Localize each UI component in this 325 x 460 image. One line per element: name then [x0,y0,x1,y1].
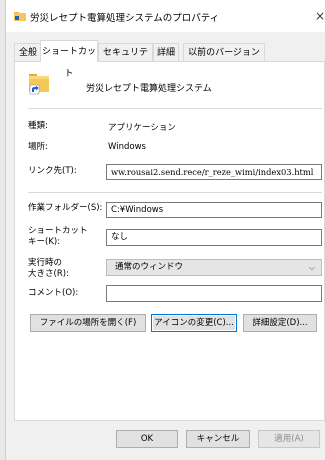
run-size-select[interactable]: 通常のウィンドウ ⌵ [106,259,322,276]
close-icon[interactable]: × [315,8,325,24]
change-icon-button[interactable]: アイコンの変更(C)... [151,314,237,332]
type-label: 種類: [28,121,48,131]
location-label: 場所: [28,142,48,152]
tab-previous-versions[interactable]: 以前のバージョン [183,43,265,61]
chevron-down-icon: ⌵ [308,263,315,272]
comment-label: コメント(O): [28,288,79,298]
tab-details[interactable]: 詳細 [153,43,179,61]
folder-shortcut-icon [28,71,50,95]
title-bar: 労災レセプト電算処理システムのプロパティ × [6,0,325,32]
shortcut-name: 労災レセプト電算処理システム [86,84,212,94]
open-file-location-button[interactable]: ファイルの場所を開く(F) [30,314,146,332]
advanced-button[interactable]: 詳細設定(D)... [243,314,317,332]
comment-field[interactable] [106,285,322,302]
start-in-label: 作業フォルダー(S): [28,203,103,213]
target-field[interactable]: ww.rousai2.send.rece/r_reze_wimi/index03… [106,164,322,180]
hotkey-field[interactable]: なし [106,229,322,246]
shortcut-folder-icon [14,11,26,21]
run-label-line1: 実行時の [28,258,63,268]
cancel-button[interactable]: キャンセル [186,430,250,448]
tab-general[interactable]: 全般 [14,43,42,61]
separator [28,192,322,193]
tab-security[interactable]: セキュリティ [98,43,153,76]
type-value: アプリケーション [108,123,176,133]
tab-strip: 全般 ショートカット セキュリティ 詳細 以前のバージョン [14,40,325,79]
hotkey-label-line2: キー(K): [28,237,61,247]
properties-dialog: 労災レセプト電算処理システムのプロパティ × 全般 ショートカット セキュリティ… [6,0,325,460]
apply-button[interactable]: 適用(A) [258,430,320,448]
hotkey-label-line1: ショートカット [28,226,88,236]
run-label-line2: 大きさ(R): [28,269,69,279]
window-title: 労災レセプト電算処理システムのプロパティ [30,13,220,24]
target-label: リンク先(T): [28,166,77,176]
ok-button[interactable]: OK [116,430,178,448]
tab-shortcut[interactable]: ショートカット [40,40,98,79]
run-size-value: 通常のウィンドウ [115,262,184,272]
separator [28,108,322,109]
location-value: Windows [108,142,146,152]
start-in-field[interactable]: C:¥Windows [106,202,322,218]
